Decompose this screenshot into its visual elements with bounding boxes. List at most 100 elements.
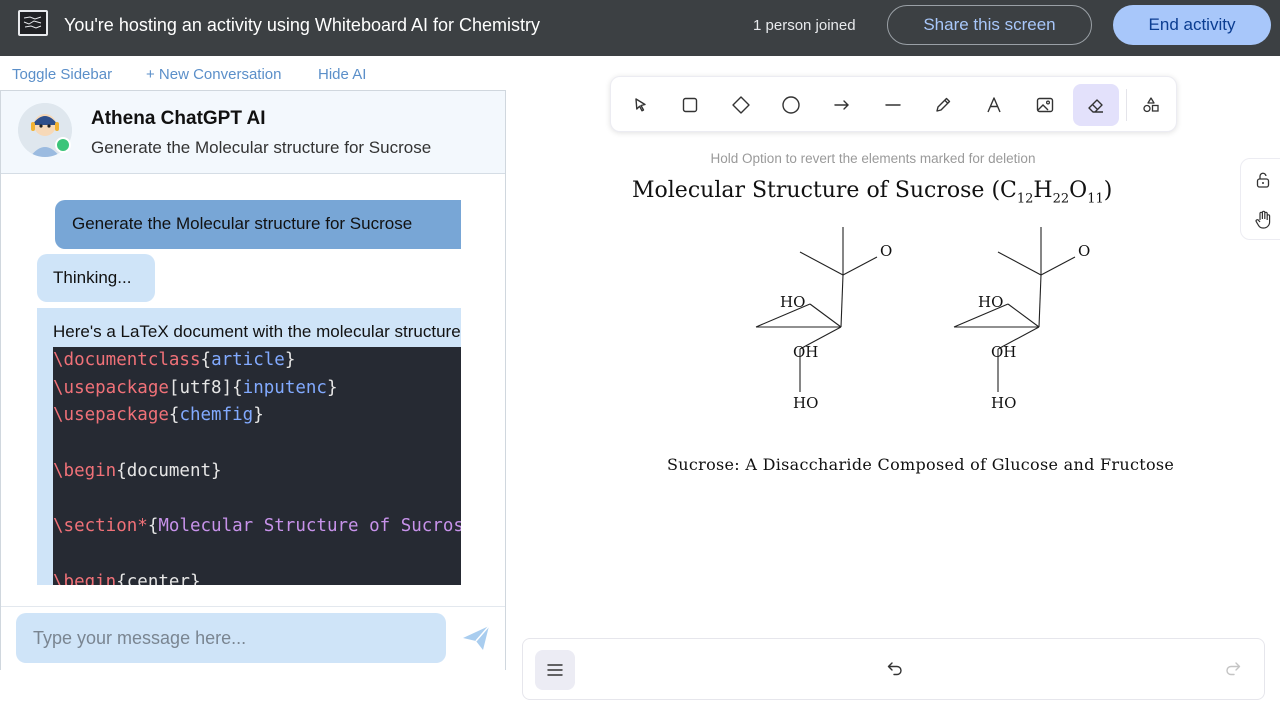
redo-button[interactable]: [1221, 657, 1245, 681]
code-token: article: [211, 350, 285, 370]
code-token: }: [253, 405, 264, 426]
text-tool[interactable]: [971, 84, 1017, 126]
activity-bar: You're hosting an activity using Whitebo…: [0, 0, 1280, 56]
hand-icon: [1255, 210, 1271, 229]
arrow-icon: [834, 100, 849, 110]
message-composer: [1, 606, 505, 670]
code-line: \begin{center}: [53, 569, 461, 586]
rectangle-icon: [682, 97, 698, 113]
code-token: {center}: [116, 571, 201, 586]
drawing-toolbar: [610, 76, 1177, 132]
code-token: chemfig: [179, 405, 254, 426]
library-tool[interactable]: [1128, 84, 1174, 126]
hosting-status-text: You're hosting an activity using Whitebo…: [64, 15, 541, 35]
ellipse-tool[interactable]: [768, 84, 814, 126]
hydroxyl-label: OH: [793, 343, 818, 361]
arrow-tool[interactable]: [819, 84, 865, 126]
chat-actions: Toggle Sidebar + New Conversation Hide A…: [0, 60, 505, 88]
hydroxyl-label: HO: [991, 394, 1016, 412]
unlock-icon: [1256, 172, 1270, 188]
end-activity-button[interactable]: End activity: [1113, 5, 1271, 45]
conversation-title: Generate the Molecular structure for Suc…: [91, 138, 432, 157]
code-token: \usepackage: [53, 377, 169, 398]
code-token: \begin: [53, 571, 117, 586]
main-menu-button[interactable]: [535, 650, 575, 690]
bot-name: Athena ChatGPT AI: [91, 108, 266, 129]
library-icon: [1143, 97, 1159, 113]
new-conversation-link[interactable]: + New Conversation: [146, 66, 281, 83]
message-input[interactable]: [16, 613, 446, 663]
text-icon: [987, 97, 1001, 113]
message-list[interactable]: Generate the Molecular structure for Suc…: [1, 175, 505, 585]
line-icon: [885, 104, 901, 106]
send-button[interactable]: [459, 623, 493, 655]
pencil-tool[interactable]: [920, 84, 966, 126]
undo-button[interactable]: [883, 657, 907, 681]
image-tool[interactable]: [1022, 84, 1068, 126]
code-token: \usepackage: [53, 405, 169, 426]
canvas-side-tools: [1240, 158, 1280, 240]
undo-icon: [887, 661, 902, 675]
online-status-indicator: [55, 137, 71, 153]
eraser-icon: [1088, 99, 1103, 113]
ellipse-icon: [782, 96, 800, 114]
hand-tool[interactable]: [1251, 208, 1275, 232]
chat-header: Athena ChatGPT AI Generate the Molecular…: [1, 91, 505, 174]
canvas-title[interactable]: Molecular Structure of Sucrose (C12H22O1…: [632, 178, 1112, 206]
fructose-ring: [953, 227, 1076, 392]
canvas-footer: [522, 638, 1265, 700]
code-token: \section*: [53, 516, 148, 537]
selection-tool[interactable]: [618, 84, 664, 126]
hydroxyl-label: HO: [793, 394, 818, 412]
code-token: [utf8]{: [168, 377, 243, 398]
code-line: \documentclass{article}: [53, 347, 461, 375]
image-icon: [1036, 97, 1054, 113]
selection-icon: [635, 98, 646, 112]
hydroxyl-label: HO: [978, 293, 1003, 311]
assistant-message: Thinking...: [37, 254, 155, 302]
hydroxyl-label: HO: [780, 293, 805, 311]
hide-ai-link[interactable]: Hide AI: [318, 66, 366, 83]
code-token: {document}: [116, 460, 222, 481]
code-token: inputenc: [242, 377, 327, 398]
toggle-sidebar-link[interactable]: Toggle Sidebar: [12, 66, 112, 83]
line-tool[interactable]: [870, 84, 916, 126]
whiteboard-app-icon: [18, 10, 48, 36]
toolbar-divider: [1126, 89, 1127, 121]
glucose-ring: [755, 227, 878, 392]
code-token: {: [168, 405, 180, 426]
share-screen-button[interactable]: Share this screen: [887, 5, 1092, 45]
rectangle-tool[interactable]: [667, 84, 713, 126]
code-line: \begin{document}: [53, 458, 461, 486]
eraser-hint: Hold Option to revert the elements marke…: [710, 151, 1036, 166]
send-icon: [463, 625, 490, 650]
structure-caption[interactable]: Sucrose: A Disaccharide Composed of Gluc…: [667, 455, 1174, 474]
diamond-icon: [732, 96, 750, 114]
code-line: \usepackage{chemfig}: [53, 402, 461, 430]
assistant-message: Here's a LaTeX document with the molecul…: [37, 308, 461, 585]
pencil-icon: [936, 97, 951, 112]
code-token: {: [200, 350, 212, 370]
assistant-message-text: Here's a LaTeX document with the molecul…: [53, 322, 461, 341]
code-token: }: [326, 377, 338, 398]
code-token: Molecular Structure of Sucrose: [158, 516, 461, 537]
code-line: \usepackage[utf8]{inputenc}: [53, 375, 461, 403]
oxygen-label: O: [880, 242, 892, 260]
hamburger-icon: [547, 664, 563, 676]
code-line: \section*{Molecular Structure of Sucrose…: [53, 513, 461, 541]
code-token: {: [147, 516, 159, 537]
code-token: \documentclass: [53, 350, 201, 370]
participants-count: 1 person joined: [753, 17, 856, 34]
code-block[interactable]: \documentclass{article} \usepackage[utf8]…: [53, 347, 461, 585]
lock-tool[interactable]: [1251, 168, 1275, 192]
eraser-tool[interactable]: [1073, 84, 1119, 126]
diamond-tool[interactable]: [718, 84, 764, 126]
hydroxyl-label: OH: [991, 343, 1016, 361]
redo-icon: [1226, 661, 1241, 675]
chat-panel: Athena ChatGPT AI Generate the Molecular…: [0, 90, 506, 670]
code-token: \begin: [53, 460, 117, 481]
sucrose-structure[interactable]: O HO OH HO O HO OH HO: [740, 222, 1120, 422]
